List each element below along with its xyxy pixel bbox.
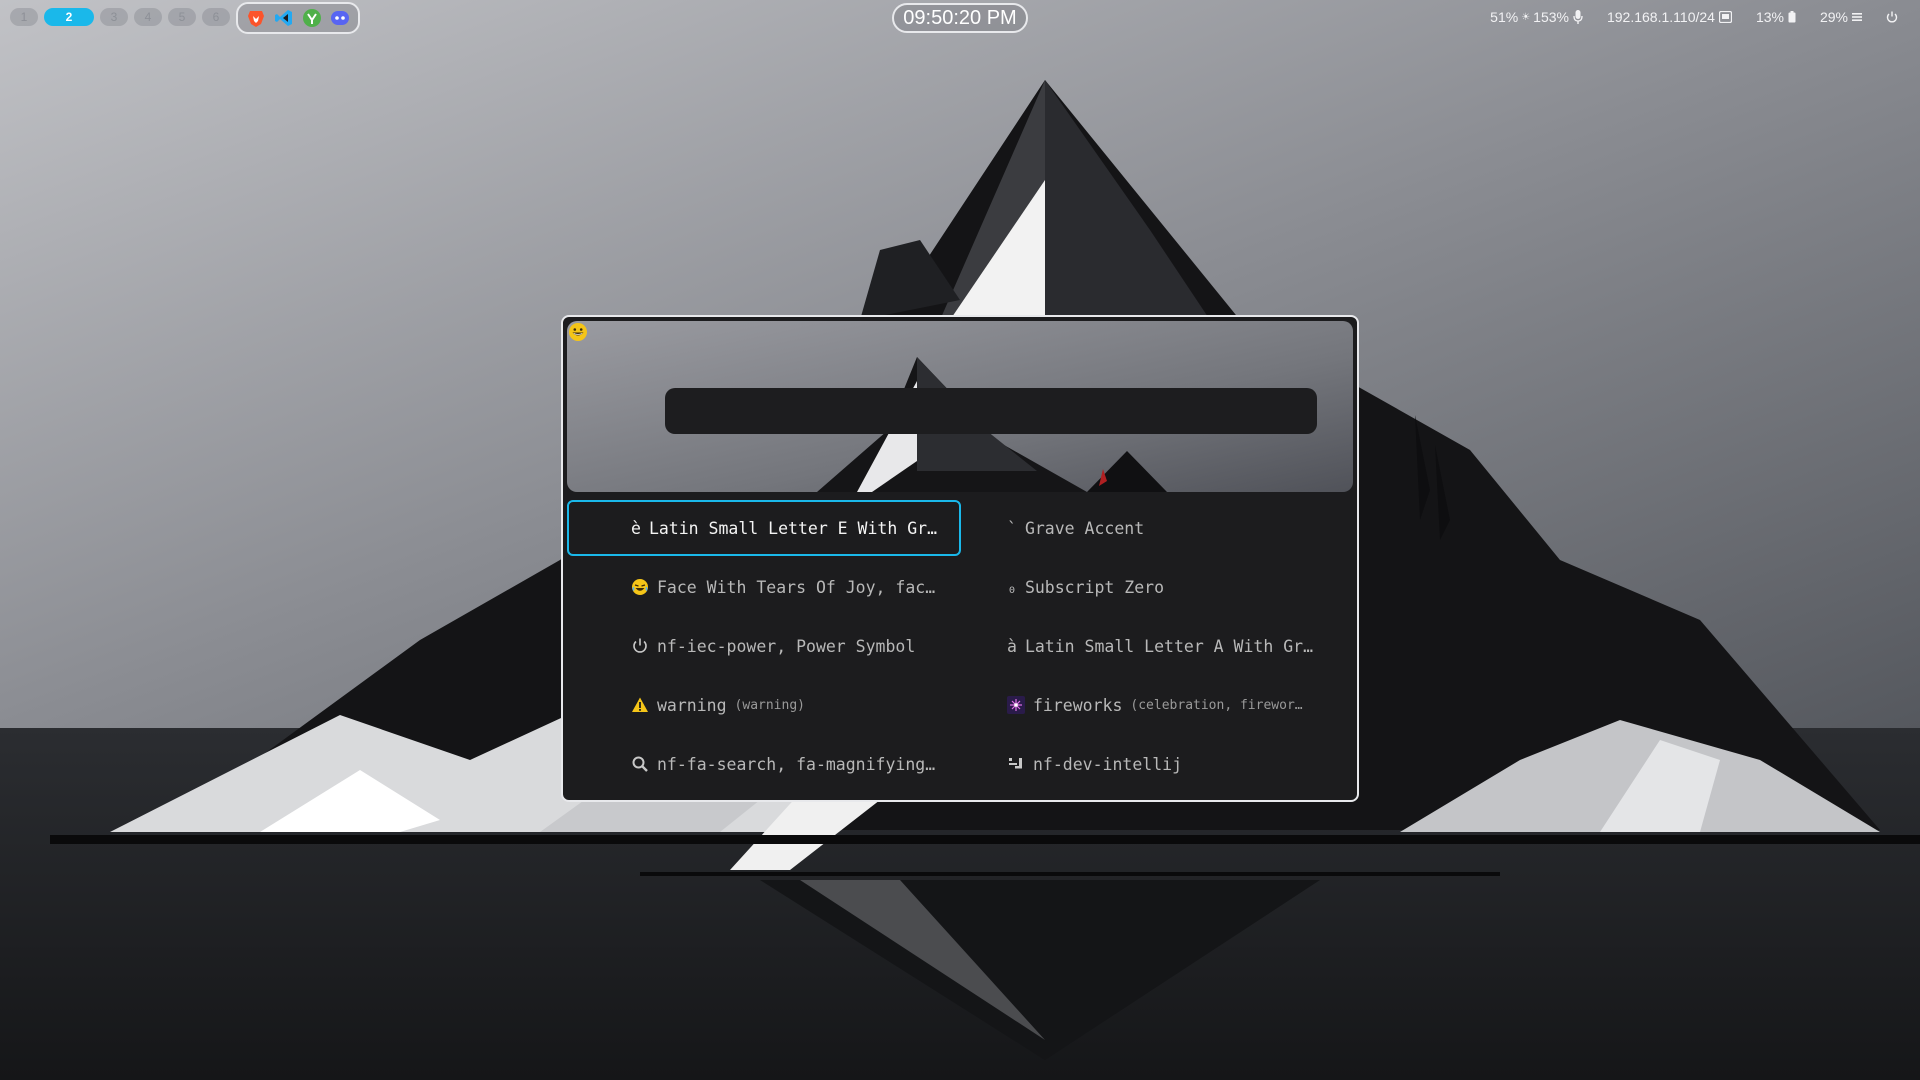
audio-status[interactable]: 51% ☀ 153% — [1490, 9, 1583, 25]
fireworks-icon — [1007, 696, 1025, 714]
result-item[interactable]: warning (warning) — [567, 677, 961, 733]
ip-address: 192.168.1.110/24 — [1606, 9, 1715, 25]
result-glyph: è — [631, 518, 641, 538]
result-keywords: (celebration, firewor… — [1130, 697, 1303, 713]
network-status[interactable]: 192.168.1.110/24 — [1607, 9, 1732, 25]
result-label: fireworks — [1033, 695, 1123, 715]
memory-icon — [1852, 13, 1862, 21]
power-menu-button[interactable] — [1886, 11, 1898, 23]
result-item-selected[interactable]: è Latin Small Letter E With Gr… — [567, 500, 961, 556]
emoji-picker-launcher: è Latin Small Letter E With Gr… ` Grave … — [561, 315, 1359, 802]
microphone-icon — [1573, 10, 1583, 24]
discord-icon[interactable] — [330, 8, 350, 28]
result-label: nf-fa-search, fa-magnifying… — [657, 754, 936, 774]
brightness-value: 51% — [1490, 9, 1519, 25]
result-glyph: ` — [1007, 518, 1017, 538]
result-label: Subscript Zero — [1024, 577, 1165, 597]
grinning-face-emoji-icon — [569, 323, 587, 341]
result-item[interactable]: nf-fa-search, fa-magnifying… — [567, 736, 961, 792]
result-label: nf-dev-intellij — [1033, 754, 1183, 774]
status-area: 51% ☀ 153% 192.168.1.110/24 13% 29% — [1490, 9, 1898, 25]
workspace-button-5[interactable]: 5 — [168, 8, 196, 26]
taskbar-apps — [236, 2, 360, 34]
result-item[interactable]: Face With Tears Of Joy, fac… — [567, 559, 961, 615]
workspace-button-3[interactable]: 3 — [100, 8, 128, 26]
power-symbol-icon — [633, 638, 647, 653]
memory-value: 29% — [1819, 9, 1848, 25]
intellij-icon — [1009, 758, 1022, 769]
workspace-switcher: 1 2 3 4 5 6 — [10, 8, 230, 26]
battery-status[interactable]: 13% — [1756, 9, 1796, 25]
result-glyph: ₀ — [1007, 577, 1017, 597]
result-item[interactable]: fireworks (celebration, firewor… — [961, 677, 1355, 733]
battery-value: 13% — [1755, 9, 1784, 25]
upwork-icon[interactable] — [302, 8, 322, 28]
result-item[interactable]: à Latin Small Letter A With Gr… — [961, 618, 1355, 674]
ethernet-icon — [1718, 11, 1732, 23]
result-label: Grave Accent — [1024, 518, 1145, 538]
memory-status[interactable]: 29% — [1820, 9, 1862, 25]
brightness-icon: ☀ — [1521, 11, 1531, 23]
result-label: Latin Small Letter E With Gr… — [648, 518, 938, 538]
warning-icon — [632, 697, 648, 712]
result-item[interactable]: nf-dev-intellij — [961, 736, 1355, 792]
launcher-header-image — [567, 321, 1353, 492]
power-icon — [1886, 11, 1898, 23]
workspace-button-2-active[interactable]: 2 — [44, 8, 94, 26]
result-label: nf-iec-power, Power Symbol — [657, 636, 916, 656]
brave-browser-icon[interactable] — [246, 8, 266, 28]
result-item[interactable]: ` Grave Accent — [961, 500, 1355, 556]
face-with-tears-of-joy-icon — [632, 579, 648, 595]
magnifying-glass-icon — [632, 756, 648, 772]
result-keywords: (warning) — [734, 697, 805, 713]
result-glyph: à — [1007, 636, 1017, 656]
mic-volume-value: 153% — [1533, 9, 1569, 25]
vscode-icon[interactable] — [274, 8, 294, 28]
battery-icon — [1788, 11, 1796, 23]
search-input[interactable] — [665, 388, 1317, 434]
result-label: Face With Tears Of Joy, fac… — [657, 577, 936, 597]
result-item[interactable]: nf-iec-power, Power Symbol — [567, 618, 961, 674]
result-label: Latin Small Letter A With Gr… — [1024, 636, 1314, 656]
workspace-button-6[interactable]: 6 — [202, 8, 230, 26]
workspace-button-4[interactable]: 4 — [134, 8, 162, 26]
workspace-button-1[interactable]: 1 — [10, 8, 38, 26]
result-label: warning — [657, 695, 727, 715]
result-item[interactable]: ₀ Subscript Zero — [961, 559, 1355, 615]
top-bar: 1 2 3 4 5 6 09:50:20 PM 51% ☀ 153% 192.1… — [0, 0, 1920, 36]
clock[interactable]: 09:50:20 PM — [892, 3, 1028, 33]
